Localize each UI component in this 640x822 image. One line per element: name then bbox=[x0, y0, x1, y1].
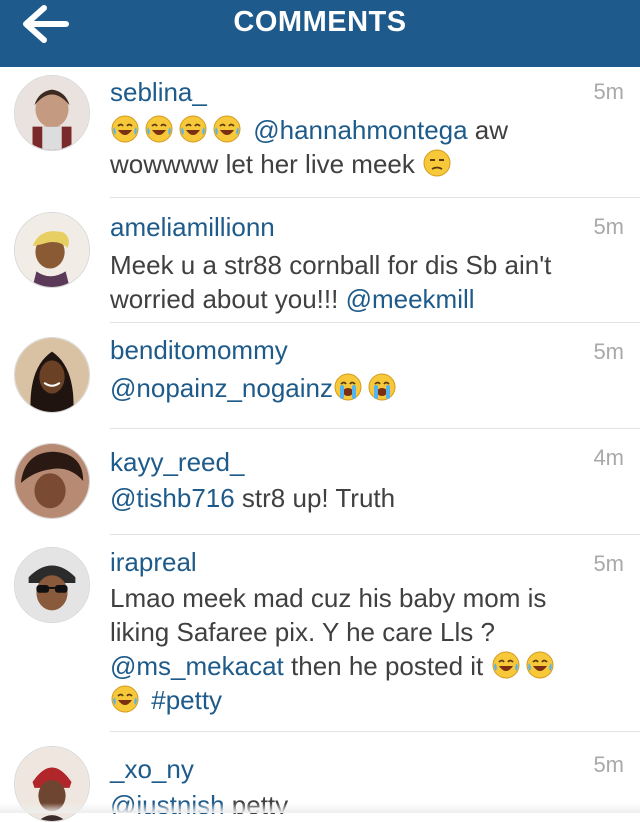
laughing-emoji-icon bbox=[525, 650, 555, 680]
mention-link[interactable]: @meekmill bbox=[346, 284, 475, 314]
page-title: COMMENTS bbox=[233, 6, 407, 38]
comment-text: Lmao meek mad cuz his baby mom is liking… bbox=[110, 581, 610, 717]
avatar[interactable] bbox=[14, 337, 90, 413]
hashtag-link[interactable]: #petty bbox=[151, 685, 222, 715]
comment-timestamp: 5m bbox=[593, 551, 624, 576]
avatar[interactable] bbox=[14, 443, 90, 519]
divider bbox=[110, 428, 640, 429]
mention-link[interactable]: @ms_mekacat bbox=[110, 651, 284, 681]
comment-username[interactable]: ameliamillionn bbox=[110, 212, 275, 243]
comment-text-segment: then he posted it bbox=[283, 651, 484, 681]
comment-timestamp: 5m bbox=[593, 79, 624, 104]
comment-timestamp: 5m bbox=[593, 214, 624, 239]
comment-text-segment: wowwww let her live meek bbox=[110, 149, 415, 179]
comment-username[interactable]: benditomommy bbox=[110, 335, 288, 366]
laughing-emoji-icon bbox=[144, 114, 174, 144]
comment-text-segment: aw bbox=[467, 115, 509, 145]
comment-timestamp: 4m bbox=[593, 445, 624, 470]
laughing-emoji-icon bbox=[491, 650, 521, 680]
avatar[interactable] bbox=[14, 75, 90, 151]
laughing-emoji-icon bbox=[212, 114, 242, 144]
comment-text-segment: worried about you!!! bbox=[110, 284, 346, 314]
laughing-emoji-icon bbox=[110, 114, 140, 144]
crying-emoji-icon bbox=[367, 372, 397, 402]
crying-emoji-icon bbox=[333, 372, 363, 402]
comment-text-segment: str8 up! Truth bbox=[234, 483, 396, 513]
divider bbox=[110, 322, 640, 323]
comment-timestamp: 5m bbox=[593, 339, 624, 364]
mention-link[interactable]: @nopainz_nogainz bbox=[110, 373, 333, 403]
unamused-emoji-icon bbox=[422, 148, 452, 178]
avatar[interactable] bbox=[14, 547, 90, 623]
bottom-shadow bbox=[0, 803, 640, 813]
laughing-emoji-icon bbox=[178, 114, 208, 144]
divider bbox=[110, 731, 640, 732]
divider bbox=[110, 534, 640, 535]
comment-text-segment: liking Safaree pix. Y he care Lls ? bbox=[110, 617, 495, 647]
mention-link[interactable]: @hannahmontega bbox=[253, 115, 467, 145]
comment-text: @tishb716 str8 up! Truth bbox=[110, 481, 610, 515]
comment-text: Meek u a str88 cornball for dis Sb ain't… bbox=[110, 248, 610, 316]
comment-text: @nopainz_nogainz bbox=[110, 371, 610, 405]
divider bbox=[110, 197, 640, 198]
mention-link[interactable]: @tishb716 bbox=[110, 483, 235, 513]
top-bar: COMMENTS bbox=[0, 0, 640, 67]
comment-text-segment: Lmao meek mad cuz his baby mom is bbox=[110, 583, 547, 613]
comment-username[interactable]: irapreal bbox=[110, 547, 197, 578]
laughing-emoji-icon bbox=[110, 684, 140, 714]
comment-username[interactable]: kayy_reed_ bbox=[110, 447, 244, 478]
comment-username[interactable]: _xo_ny bbox=[110, 754, 194, 785]
comment-text: @hannahmontega aw wowwww let her live me… bbox=[110, 113, 610, 181]
comment-username[interactable]: seblina_ bbox=[110, 77, 207, 108]
comment-text-segment: Meek u a str88 cornball for dis Sb ain't bbox=[110, 250, 552, 280]
avatar[interactable] bbox=[14, 212, 90, 288]
comment-timestamp: 5m bbox=[593, 752, 624, 777]
